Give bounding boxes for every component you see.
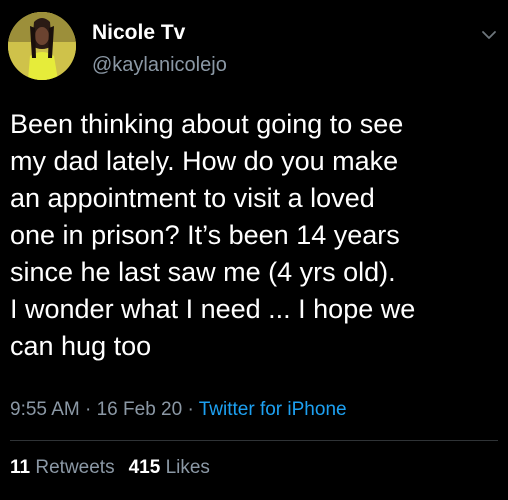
tweet-text-line: my dad lately. How do you make (10, 146, 399, 176)
divider (10, 440, 498, 441)
chevron-down-icon[interactable] (480, 26, 498, 44)
likes-label: Likes (165, 457, 210, 478)
author-info: Nicole Tv @kaylanicolejo (92, 20, 227, 77)
tweet-text: Been thinking about going to see my dad … (10, 106, 500, 365)
tweet-text-line: an appointment to visit a loved (10, 183, 375, 213)
avatar[interactable] (8, 12, 76, 80)
likes-count: 415 (128, 457, 161, 478)
tweet-text-line: I wonder what I need ... I hope we (10, 294, 416, 324)
retweets-stat[interactable]: 11 Retweets (10, 457, 115, 478)
tweet-card: Nicole Tv @kaylanicolejo Been thinking a… (0, 0, 508, 500)
meta-separator: · (85, 399, 92, 420)
likes-stat[interactable]: 415 Likes (129, 457, 210, 478)
retweets-count: 11 (10, 457, 31, 478)
profile-photo-avatar (8, 12, 76, 80)
tweet-text-line: since he last saw me (4 yrs old). (10, 257, 396, 287)
tweet-meta: 9:55 AM · 16 Feb 20 · Twitter for iPhone (10, 398, 347, 422)
tweet-text-line: can hug too (10, 331, 152, 361)
meta-separator: · (187, 399, 194, 420)
author-display-name[interactable]: Nicole Tv (92, 20, 227, 46)
author-handle[interactable]: @kaylanicolejo (92, 53, 227, 77)
tweet-source-link[interactable]: Twitter for iPhone (199, 399, 347, 420)
tweet-stats: 11 Retweets 415 Likes (10, 456, 210, 480)
tweet-date[interactable]: 16 Feb 20 (97, 399, 183, 420)
tweet-text-line: Been thinking about going to see (10, 109, 404, 139)
retweets-label: Retweets (35, 457, 115, 478)
tweet-time[interactable]: 9:55 AM (10, 399, 80, 420)
tweet-text-line: one in prison? It’s been 14 years (10, 220, 400, 250)
